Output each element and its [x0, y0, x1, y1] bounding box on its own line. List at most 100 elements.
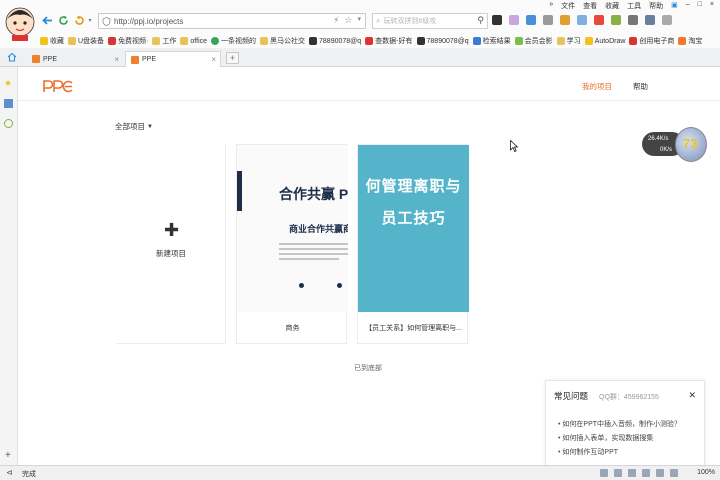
faq-item[interactable]: 如何制作互动PPT [558, 447, 681, 457]
grid-icon[interactable] [645, 15, 655, 25]
bookmark-item[interactable]: 检索结果 [472, 35, 511, 47]
bookmark-item[interactable]: 淘宝 [678, 35, 702, 47]
ppe-favicon-icon [131, 55, 139, 64]
bookmark-item[interactable]: 学习 [556, 35, 581, 47]
bookmark-item[interactable]: 查数据-好有 [365, 35, 413, 47]
close-icon[interactable]: × [114, 55, 119, 64]
video-icon [108, 37, 117, 45]
lightning-icon[interactable]: ⚡ [333, 15, 339, 26]
star-icon[interactable]: ★ [4, 78, 12, 89]
sidebar-toggle-icon[interactable]: ⊲ [6, 468, 13, 477]
download-icon[interactable] [600, 469, 608, 477]
add-icon[interactable]: + [5, 450, 11, 461]
bookmarks-bar: 收藏 U盘装备 免费视频· 工作 office 一条视频的 黑马公社交 7889… [40, 35, 702, 47]
zoom-level[interactable]: 100% [697, 469, 715, 476]
project-card[interactable]: 合作共赢 P 商业合作共赢商 商务 [236, 144, 348, 344]
chevron-down-icon[interactable]: ▾ [357, 15, 361, 26]
menu-item-view[interactable]: 查看 [583, 1, 597, 11]
home-icon[interactable] [7, 52, 17, 62]
color-picker-icon[interactable] [509, 15, 519, 25]
network-speed-widget[interactable]: 26.4K/s 0K/s 73 [642, 127, 707, 162]
weibo-icon[interactable] [594, 15, 604, 25]
address-url[interactable]: http://ppj.io/projects [114, 17, 183, 26]
translate-icon[interactable] [560, 15, 570, 25]
minimize-button[interactable]: – [686, 1, 690, 11]
vip-icon [514, 37, 523, 45]
star-icon[interactable]: ☆ [344, 15, 352, 26]
thumbnail-title-line1: 何管理离职与 [365, 178, 462, 195]
faq-item[interactable]: 如何在PPT中插入音频，制作小测验？ [558, 419, 681, 429]
screenshot-icon[interactable] [492, 15, 502, 25]
menu-item-favorites[interactable]: 收藏 [605, 1, 619, 11]
clock-icon[interactable] [4, 119, 13, 128]
faq-title: 常见问题 [554, 391, 589, 401]
skin-icon[interactable]: ▣ [671, 1, 678, 11]
project-thumbnail[interactable]: 合作共赢 P 商业合作共赢商 [237, 145, 348, 312]
bookmark-item[interactable]: 免费视频· [108, 35, 148, 47]
search-icon[interactable]: ⚲ [477, 15, 484, 26]
status-text: 完成 [22, 471, 36, 478]
lock-icon[interactable] [662, 15, 672, 25]
new-tab-button[interactable]: + [226, 52, 239, 64]
refresh-button[interactable] [57, 14, 69, 26]
speed-ball-icon[interactable]: 73 [675, 127, 707, 162]
browser-toolbar: ▾ http://ppj.io/projects ⚡ ☆ ▾ ⌕ 玩转双拼到6级… [0, 0, 720, 48]
bookmark-item[interactable]: 78890078@q [416, 35, 469, 47]
search-icon [472, 37, 481, 45]
mail-icon [309, 37, 318, 45]
bookmark-item[interactable]: U盘装备 [68, 35, 104, 47]
menu-item-file[interactable]: 文件 [561, 1, 575, 11]
search-box[interactable]: ⌕ 玩转双拼到6级攻 ⚲ [372, 13, 488, 29]
faq-item[interactable]: 如何插入表单，实现数据搜集 [558, 433, 681, 443]
project-title[interactable]: 商务 [237, 323, 348, 333]
mail-icon[interactable] [577, 15, 587, 25]
puzzle-icon[interactable] [611, 15, 621, 25]
upload-speed: 26.4K/s [648, 136, 669, 142]
plus-icon: ✚ [164, 220, 180, 240]
bookmark-item[interactable]: 78890078@q [309, 35, 361, 47]
close-icon[interactable]: × [211, 55, 216, 64]
user-avatar-icon[interactable] [4, 5, 36, 41]
menu-item-help[interactable]: 帮助 [649, 1, 663, 11]
bookmark-item[interactable]: office [180, 35, 207, 47]
shield-icon [102, 16, 111, 26]
tab-ppe-1[interactable]: PPE × [27, 51, 123, 67]
bookmark-favorites[interactable]: 收藏 [40, 35, 64, 47]
bookmark-item[interactable]: AutoDraw [584, 35, 625, 47]
sync-icon[interactable] [628, 469, 636, 477]
overflow-icon[interactable]: » [549, 1, 553, 11]
undo-close-button[interactable] [73, 14, 85, 26]
project-title[interactable]: 【员工关系】如何管理离职与... [358, 323, 469, 333]
bookmark-item[interactable]: 会员会影 [514, 35, 553, 47]
history-icon[interactable] [628, 15, 638, 25]
lock-icon[interactable] [614, 469, 622, 477]
project-card[interactable]: 何管理离职与 员工技巧 【员工关系】如何管理离职与... [357, 144, 469, 344]
close-icon[interactable]: × [710, 1, 714, 11]
nav-my-projects[interactable]: 我的项目 [582, 81, 612, 92]
ppe-logo[interactable] [42, 77, 76, 95]
clock-icon[interactable] [642, 469, 650, 477]
pen-icon[interactable] [526, 15, 536, 25]
close-icon[interactable]: ✕ [688, 390, 696, 401]
bookmark-item[interactable]: 创用电子商 [629, 35, 674, 47]
tab-ppe-2[interactable]: PPE × [125, 51, 221, 67]
project-filter-dropdown[interactable]: 全部项目 ▼ [115, 121, 153, 132]
bookmark-item[interactable]: 一条视频的 [211, 35, 256, 47]
maximize-button[interactable]: □ [698, 1, 702, 11]
folder-icon [260, 37, 269, 45]
bookmark-item[interactable]: 工作 [152, 35, 176, 47]
address-bar[interactable]: http://ppj.io/projects ⚡ ☆ ▾ [98, 13, 366, 29]
search-engine-icon[interactable]: ⌕ [376, 16, 380, 26]
settings-icon[interactable] [543, 15, 553, 25]
back-button[interactable] [41, 14, 53, 26]
zoom-icon[interactable] [670, 469, 678, 477]
sound-icon[interactable] [656, 469, 664, 477]
ebook-icon [629, 37, 638, 45]
new-project-card[interactable]: ✚ 新建项目 [116, 144, 226, 344]
notes-icon[interactable] [4, 99, 13, 108]
project-thumbnail[interactable]: 何管理离职与 员工技巧 [358, 145, 469, 312]
bookmark-item[interactable]: 黑马公社交 [260, 35, 305, 47]
menu-item-tools[interactable]: 工具 [627, 1, 641, 11]
undo-dropdown[interactable]: ▾ [86, 14, 94, 26]
nav-help[interactable]: 帮助 [633, 81, 648, 92]
